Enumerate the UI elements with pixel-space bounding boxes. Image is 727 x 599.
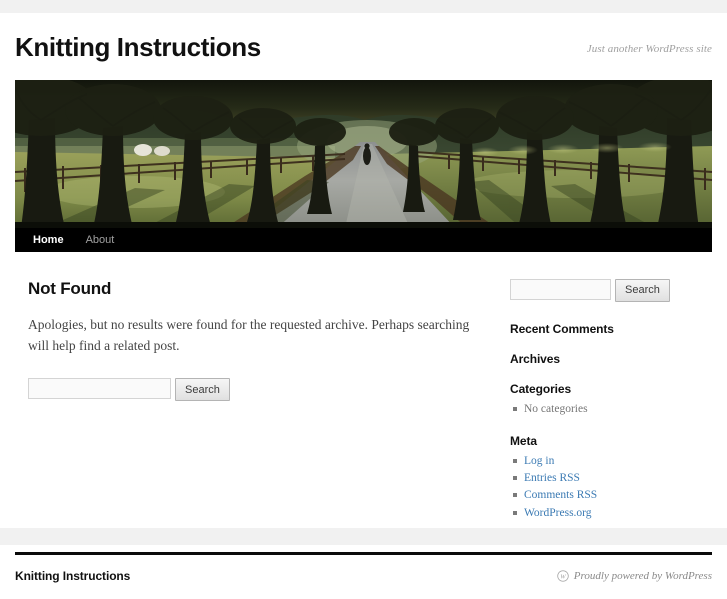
site-header: Knitting Instructions Just another WordP… — [0, 13, 727, 252]
page-content: Apologies, but no results were found for… — [15, 315, 495, 357]
widget-title-meta: Meta — [510, 434, 702, 448]
page-title: Not Found — [15, 279, 495, 299]
site-description: Just another WordPress site — [587, 43, 712, 55]
footer-site-title: Knitting Instructions — [15, 569, 130, 583]
list-item: Comments RSS — [524, 487, 702, 504]
content-search-form: Search — [15, 378, 495, 401]
list-item: Entries RSS — [524, 470, 702, 487]
footer-credit: W Proudly powered by WordPress — [557, 570, 712, 582]
nav-item-about[interactable]: About — [86, 228, 115, 252]
list-item: Log in — [524, 453, 702, 470]
main-content-area: Not Found Apologies, but no results were… — [15, 252, 712, 522]
meta-list: Log in Entries RSS Comments RSS WordPres… — [510, 453, 702, 522]
main-navigation[interactable]: Home About — [15, 228, 712, 252]
widget-search: Search — [510, 279, 702, 302]
meta-link-entries-rss[interactable]: Entries RSS — [524, 472, 580, 484]
svg-text:W: W — [560, 573, 566, 580]
primary-column: Not Found Apologies, but no results were… — [15, 279, 505, 402]
list-item: No categories — [524, 401, 702, 418]
widget-meta: Meta Log in Entries RSS Comments RSS Wor… — [510, 434, 702, 522]
sidebar-search-button[interactable]: Search — [615, 279, 670, 302]
widget-title-archives: Archives — [510, 352, 702, 366]
widget-title-recent-comments: Recent Comments — [510, 322, 702, 336]
categories-list: No categories — [510, 401, 702, 418]
meta-link-comments-rss[interactable]: Comments RSS — [524, 489, 597, 501]
widget-archives: Archives — [510, 352, 702, 366]
footer-credit-link[interactable]: Proudly powered by WordPress — [574, 570, 712, 582]
content-search-input[interactable] — [28, 378, 171, 399]
list-item: WordPress.org — [524, 505, 702, 522]
sidebar-search-input[interactable] — [510, 279, 611, 300]
bottom-background-strip — [0, 528, 727, 545]
sidebar: Search Recent Comments Archives Categori… — [505, 279, 702, 522]
site-footer: Knitting Instructions W Proudly powered … — [15, 555, 712, 599]
widget-recent-comments: Recent Comments — [510, 322, 702, 336]
widget-categories: Categories No categories — [510, 382, 702, 418]
header-image-illustration — [15, 80, 712, 228]
meta-link-wordpress-org[interactable]: WordPress.org — [524, 507, 592, 519]
meta-link-log-in[interactable]: Log in — [524, 455, 554, 467]
widget-title-categories: Categories — [510, 382, 702, 396]
nav-item-home[interactable]: Home — [33, 228, 64, 252]
wordpress-logo-icon: W — [557, 570, 569, 582]
content-search-button[interactable]: Search — [175, 378, 230, 401]
category-empty-label: No categories — [524, 403, 588, 415]
site-title-link[interactable]: Knitting Instructions — [15, 32, 261, 62]
page-container: Knitting Instructions Just another WordP… — [0, 13, 727, 599]
sidebar-search-form: Search — [510, 279, 702, 302]
header-image — [15, 80, 712, 228]
not-found-message: Apologies, but no results were found for… — [15, 315, 483, 357]
